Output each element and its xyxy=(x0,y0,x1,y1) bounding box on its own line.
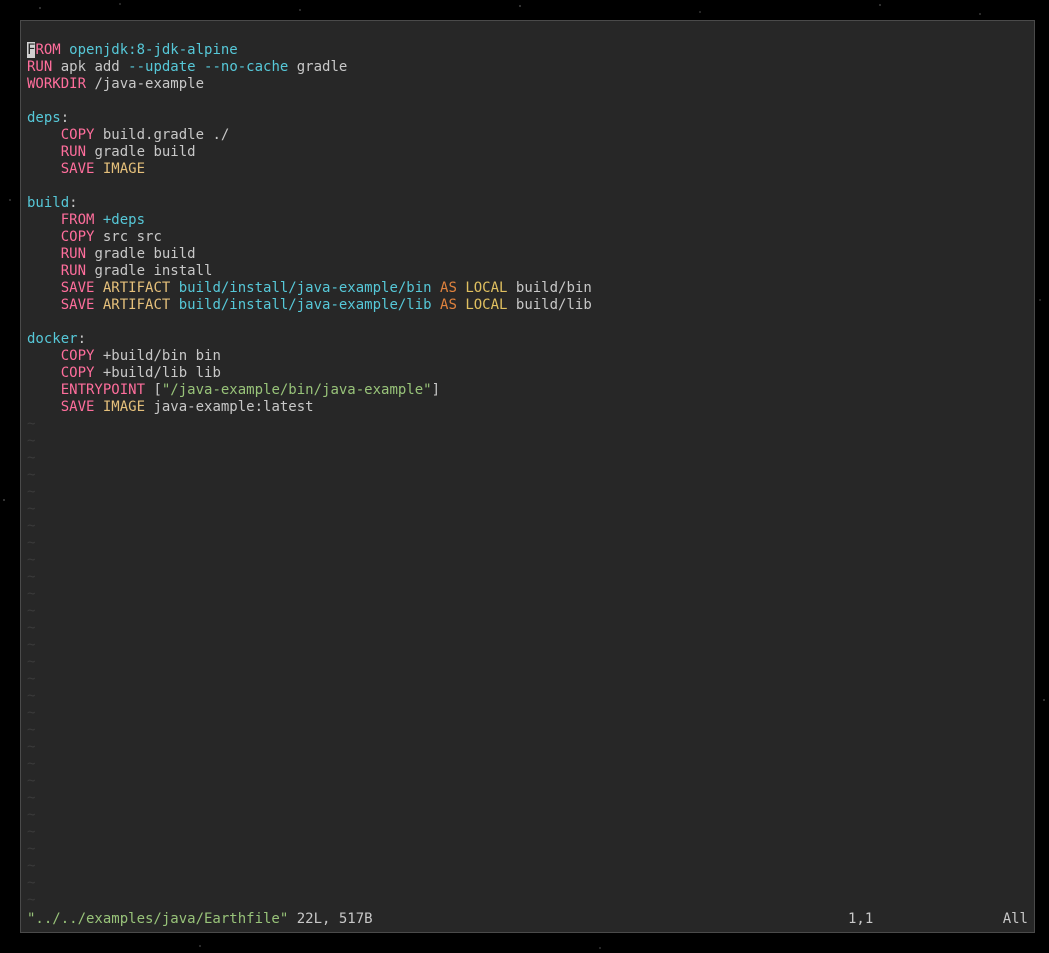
build-run1: gradle build xyxy=(86,246,196,262)
empty-line-tilde: ~ xyxy=(27,841,1028,858)
kw-copy: COPY xyxy=(61,365,95,381)
empty-line-tilde: ~ xyxy=(27,552,1028,569)
empty-line-tilde: ~ xyxy=(27,569,1028,586)
empty-line-tilde: ~ xyxy=(27,671,1028,688)
empty-line-tilde: ~ xyxy=(27,603,1028,620)
target-deps: deps xyxy=(27,110,61,126)
empty-line-tilde: ~ xyxy=(27,688,1028,705)
kw-image: IMAGE xyxy=(94,161,145,177)
kw-run: RUN xyxy=(27,59,52,75)
empty-line-tilde: ~ xyxy=(27,654,1028,671)
empty-line-tilde: ~ xyxy=(27,892,1028,909)
artifact-path-1: build/install/java-example/bin xyxy=(170,280,431,296)
empty-line-tilde: ~ xyxy=(27,620,1028,637)
run-args-b: gradle xyxy=(288,59,347,75)
flag-no-cache: --no-cache xyxy=(204,59,288,75)
from-ref: +deps xyxy=(94,212,145,228)
kw-entrypoint: ENTRYPOINT xyxy=(61,382,145,398)
kw-copy: COPY xyxy=(61,348,95,364)
empty-line-tilde: ~ xyxy=(27,450,1028,467)
kw-from: FROM xyxy=(61,212,95,228)
empty-line-tilde: ~ xyxy=(27,824,1028,841)
empty-line-tilde: ~ xyxy=(27,586,1028,603)
empty-lines-region: ~~~~~~~~~~~~~~~~~~~~~~~~~~~~~ xyxy=(27,416,1028,911)
deps-run-args: gradle build xyxy=(86,144,196,160)
build-copy-args: src src xyxy=(94,229,161,245)
terminal-window[interactable]: FROM openjdk:8-jdk-alpine RUN apk add --… xyxy=(20,20,1035,933)
kw-copy: COPY xyxy=(61,229,95,245)
kw-run: RUN xyxy=(61,263,86,279)
build-run2: gradle install xyxy=(86,263,212,279)
kw-copy: COPY xyxy=(61,127,95,143)
status-cursor-position: 1,1 xyxy=(848,911,988,928)
artifact-dest-2: build/lib xyxy=(507,297,591,313)
target-build: build xyxy=(27,195,69,211)
kw-as: AS xyxy=(432,280,457,296)
kw-save: SAVE xyxy=(61,399,95,415)
empty-line-tilde: ~ xyxy=(27,756,1028,773)
kw-image: IMAGE xyxy=(94,399,145,415)
kw-local: LOCAL xyxy=(457,297,508,313)
kw-from-rest: ROM xyxy=(35,42,60,58)
empty-line-tilde: ~ xyxy=(27,875,1028,892)
empty-line-tilde: ~ xyxy=(27,739,1028,756)
empty-line-tilde: ~ xyxy=(27,858,1028,875)
kw-run: RUN xyxy=(61,144,86,160)
empty-line-tilde: ~ xyxy=(27,416,1028,433)
from-image: openjdk:8-jdk-alpine xyxy=(61,42,238,58)
entrypoint-string: "/java-example/bin/java-example" xyxy=(162,382,432,398)
kw-run: RUN xyxy=(61,246,86,262)
empty-line-tilde: ~ xyxy=(27,807,1028,824)
deps-copy-args: build.gradle ./ xyxy=(94,127,229,143)
empty-line-tilde: ~ xyxy=(27,790,1028,807)
status-stats: 22L, 517B xyxy=(288,911,372,927)
empty-line-tilde: ~ xyxy=(27,705,1028,722)
run-args-a: apk add xyxy=(52,59,128,75)
flag-update: --update xyxy=(128,59,195,75)
empty-line-tilde: ~ xyxy=(27,433,1028,450)
empty-line-tilde: ~ xyxy=(27,518,1028,535)
empty-line-tilde: ~ xyxy=(27,773,1028,790)
docker-copy2: +build/lib lib xyxy=(94,365,220,381)
kw-save: SAVE xyxy=(61,161,95,177)
kw-artifact: ARTIFACT xyxy=(94,280,170,296)
status-filename: "../../examples/java/Earthfile" xyxy=(27,911,288,927)
artifact-path-2: build/install/java-example/lib xyxy=(170,297,431,313)
empty-line-tilde: ~ xyxy=(27,501,1028,518)
kw-local: LOCAL xyxy=(457,280,508,296)
status-scroll-percent: All xyxy=(988,911,1028,928)
artifact-dest-1: build/bin xyxy=(507,280,591,296)
kw-artifact: ARTIFACT xyxy=(94,297,170,313)
kw-save: SAVE xyxy=(61,297,95,313)
kw-as: AS xyxy=(432,297,457,313)
empty-line-tilde: ~ xyxy=(27,467,1028,484)
editor-buffer[interactable]: FROM openjdk:8-jdk-alpine RUN apk add --… xyxy=(27,25,1028,416)
empty-line-tilde: ~ xyxy=(27,637,1028,654)
workdir-path: /java-example xyxy=(86,76,204,92)
kw-save: SAVE xyxy=(61,280,95,296)
target-docker: docker xyxy=(27,331,78,347)
save-image-tag: java-example:latest xyxy=(145,399,314,415)
docker-copy1: +build/bin bin xyxy=(94,348,220,364)
empty-line-tilde: ~ xyxy=(27,535,1028,552)
empty-line-tilde: ~ xyxy=(27,722,1028,739)
status-line: "../../examples/java/Earthfile" 22L, 517… xyxy=(27,911,1028,928)
kw-workdir: WORKDIR xyxy=(27,76,86,92)
empty-line-tilde: ~ xyxy=(27,484,1028,501)
